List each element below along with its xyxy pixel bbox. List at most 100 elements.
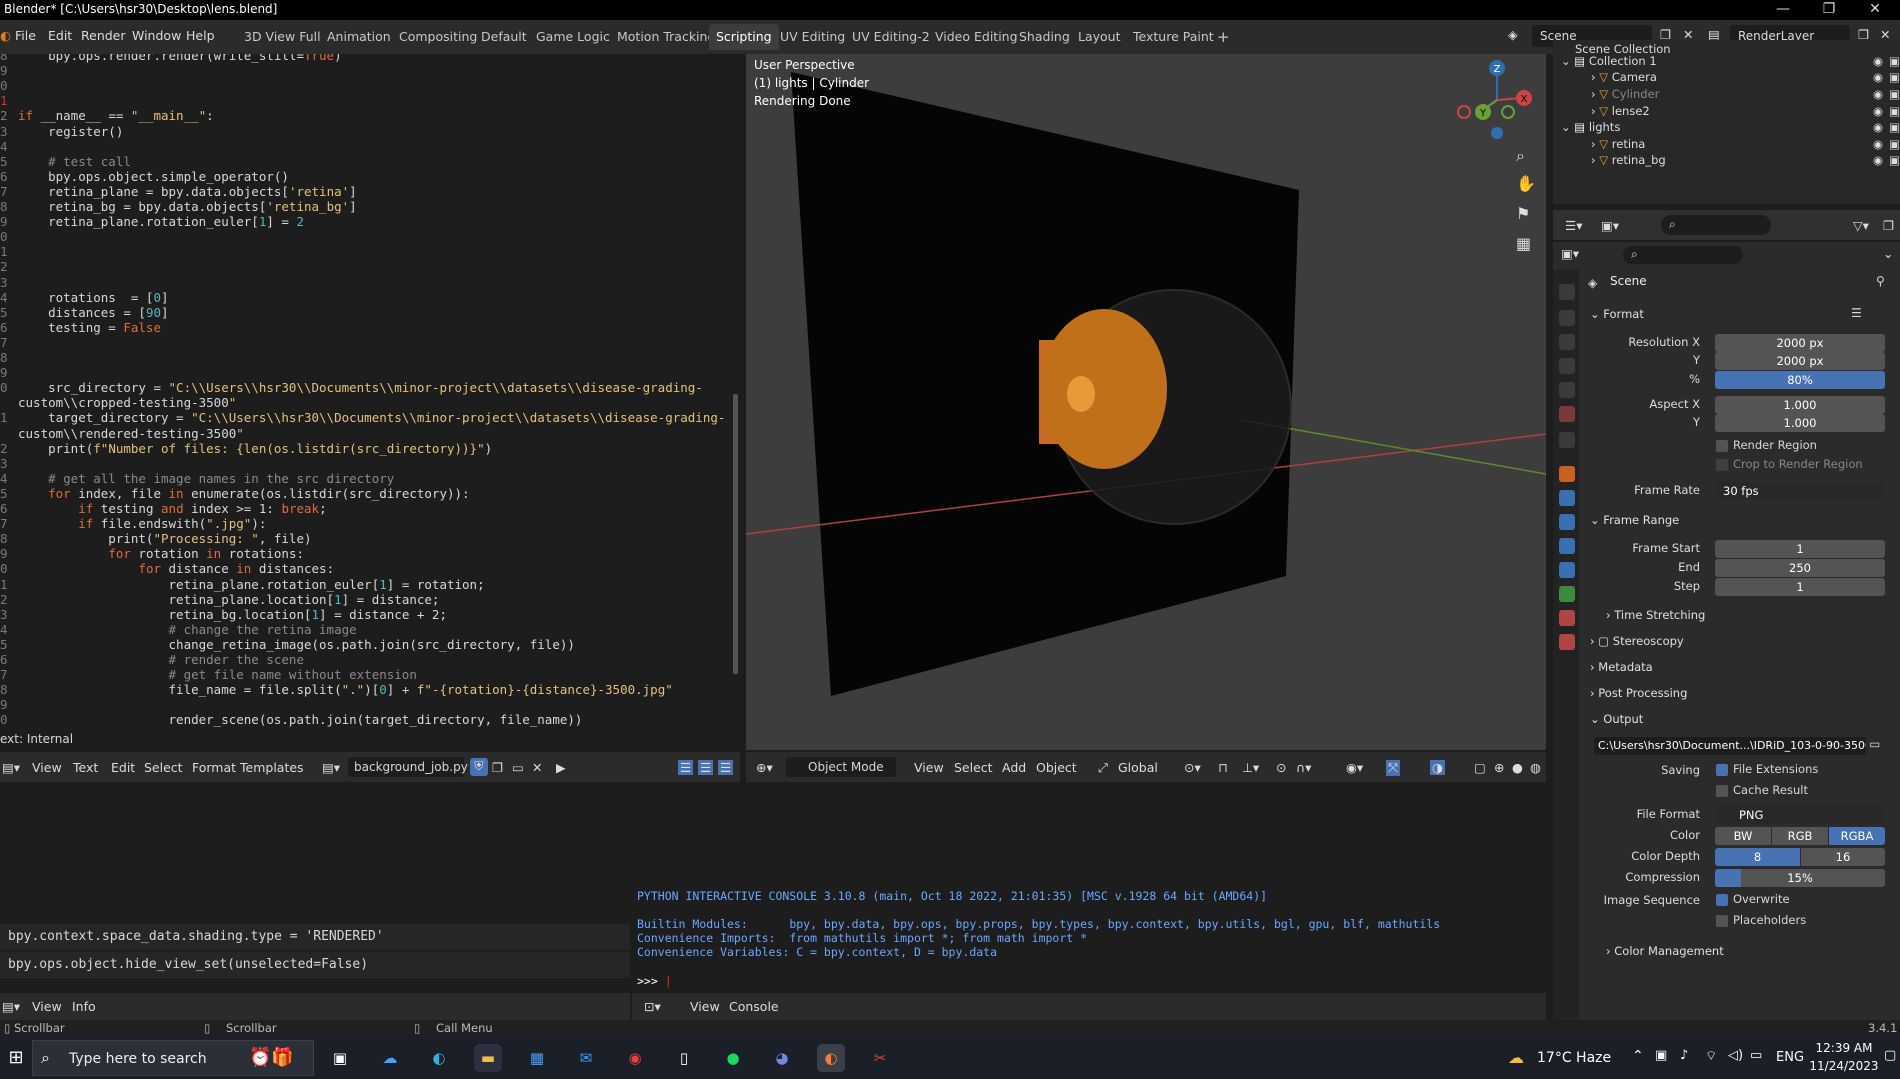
text-editor-scrollbar[interactable] [733,394,738,674]
discord-icon[interactable]: ◕ [768,1044,796,1072]
render-visibility-icon[interactable]: ▣ [1889,151,1900,169]
battery-icon[interactable]: ▭ [1750,1048,1762,1063]
material-tab-icon[interactable] [1559,610,1575,626]
blender-taskbar-icon[interactable]: ◐ [817,1044,845,1072]
tab-compositing[interactable]: Compositing [392,24,484,50]
code-line[interactable]: 8 print("Processing: ", file) [0,531,312,546]
outliner-row[interactable]: ⌄ ▤ lights ◉ ▣ [1561,118,1900,136]
wifi-icon[interactable]: ⌔ [1705,1048,1717,1064]
output-path-field[interactable]: C:\Users\hsr30\Document...\IDRiD_103-0-9… [1594,737,1866,755]
display-mode-icon[interactable]: ▣▾ [1601,218,1619,233]
line-numbers-toggle-icon[interactable]: ☰ [678,760,694,775]
viewport-editor-type-icon[interactable]: ⊕▾ [756,760,773,775]
pin-icon[interactable]: ⚲ [1876,274,1885,288]
info-editor[interactable]: bpy.context.space_data.shading.type = 'R… [0,784,630,992]
modifier-tab-icon[interactable] [1559,490,1575,506]
file-extensions-checkbox[interactable] [1716,764,1728,776]
visibility-eye-icon[interactable]: ◉ [1873,68,1883,86]
maximize-icon[interactable]: ❐ [1806,0,1852,20]
code-line[interactable]: 0 for distance in distances: [0,561,334,576]
onedrive-app-icon[interactable]: ☁ [376,1044,404,1072]
code-line[interactable]: custom\\rendered-testing-3500" [0,426,244,441]
world-tab-icon[interactable] [1559,406,1575,422]
code-line[interactable]: 4 # get all the image names in the src d… [0,471,394,486]
pan-hand-icon[interactable]: ✋ [1516,174,1536,193]
text-editor[interactable]: 8 bpy.ops.render.render(write_still=True… [0,54,740,728]
physics-tab-icon[interactable] [1559,538,1575,554]
cache-result-checkbox[interactable] [1716,785,1728,797]
color-rgb-button[interactable]: RGB [1772,827,1828,845]
code-line[interactable]: 7 if file.endswith(".jpg"): [0,516,266,531]
collapse-arrow-icon[interactable]: ⌄ [1561,120,1574,134]
code-line[interactable]: 5 # test call [0,154,131,169]
code-line[interactable]: 5 for index, file in enumerate(os.listdi… [0,486,470,501]
overlay-toggle-icon[interactable]: ◑ [1430,760,1445,775]
collapse-arrow-icon[interactable]: ⌄ [1561,54,1574,68]
visibility-icon[interactable]: ◉▾ [1346,760,1363,775]
code-line[interactable]: 9 for rotation in rotations: [0,546,304,561]
viewport-menu-select[interactable]: Select [954,760,993,775]
close-icon[interactable]: ✕ [1852,0,1898,20]
text-browse-icon[interactable]: ▤▾ [322,760,340,775]
code-line[interactable]: 3 [0,456,18,471]
taskbar-search-box[interactable]: ⌕ Type here to search ⏰🎁 [32,1040,314,1076]
code-line[interactable]: 0 src_directory = "C:\\Users\\hsr30\\Doc… [0,380,703,395]
other-app-icon[interactable]: ✂ [866,1044,894,1072]
code-line[interactable]: 7 retina_plane = bpy.data.objects['retin… [0,184,357,199]
xray-toggle-icon[interactable]: ▢ [1474,760,1486,775]
run-script-icon[interactable]: ▶ [556,760,566,775]
stereoscopy-panel-header[interactable]: › ▢ Stereoscopy [1590,634,1684,648]
visibility-eye-icon[interactable]: ◉ [1873,85,1883,103]
text-menu-text[interactable]: Text [73,760,98,775]
color-bw-button[interactable]: BW [1715,827,1771,845]
time-stretching-panel-header[interactable]: › Time Stretching [1606,608,1705,622]
pivot-point-icon[interactable]: ⊙▾ [1184,760,1201,775]
gizmo-x-label[interactable]: X [1521,94,1528,105]
code-line[interactable]: 0 [0,78,18,93]
mail-icon[interactable]: ✉ [572,1044,600,1072]
transform-orientation-icon[interactable]: ⤢ [1098,760,1108,776]
color-depth-16-button[interactable]: 16 [1801,848,1885,866]
gizmo-y-label[interactable]: Y [1479,108,1487,119]
tab-shading[interactable]: Shading [1012,24,1077,50]
menu-edit[interactable]: Edit [48,28,72,43]
presets-icon[interactable]: ☰ [1851,306,1862,320]
render-tab-icon[interactable] [1559,310,1575,326]
navigation-gizmo[interactable]: Z Y X [1452,58,1542,148]
object-mode-selector[interactable]: Object Mode [786,757,896,777]
3d-viewport[interactable]: User Perspective (1) lights | Cylinder R… [746,54,1546,750]
code-line[interactable]: 6 bpy.ops.object.simple_operator() [0,169,289,184]
metadata-panel-header[interactable]: › Metadata [1590,660,1653,674]
console-editor-type-icon[interactable]: ⊡▾ [644,999,661,1014]
spotify-icon[interactable]: ● [719,1044,747,1072]
minimize-icon[interactable]: — [1760,0,1806,20]
language-indicator[interactable]: ENG [1776,1050,1804,1065]
syntax-highlight-toggle-icon[interactable]: ☰ [718,760,734,775]
object-tab-icon[interactable] [1559,466,1575,482]
code-line[interactable]: 2 print(f"Number of files: {len(os.listd… [0,441,492,456]
code-line[interactable]: 4 # change the retina image [0,622,357,637]
code-line[interactable]: 1 target_directory = "C:\\Users\\hsr30\\… [0,410,725,425]
perspective-toggle-icon[interactable]: ▦ [1516,234,1531,253]
weather-label[interactable]: 17°C Haze [1537,1050,1611,1066]
code-line[interactable]: 2 retina_plane.location[1] = distance; [0,592,439,607]
wireframe-shading-icon[interactable]: ⊕ [1494,760,1504,775]
view-layer-tab-icon[interactable] [1559,358,1575,374]
info-report-row[interactable]: bpy.ops.object.hide_view_set(unselected=… [0,952,630,978]
chrome-browser-icon[interactable]: ◉ [621,1044,649,1072]
python-console[interactable]: PYTHON INTERACTIVE CONSOLE 3.10.8 (main,… [632,784,1546,992]
viewport-menu-add[interactable]: Add [1002,760,1026,775]
tab-scripting[interactable]: Scripting [709,24,779,50]
info-report-row[interactable]: bpy.context.space_data.shading.type = 'R… [0,924,630,950]
code-line[interactable]: 8 file_name = file.split(".")[0] + f"-{r… [0,682,673,697]
color-depth-8-button[interactable]: 8 [1715,848,1800,866]
code-line[interactable]: 3 retina_bg.location[1] = distance + 2; [0,607,447,622]
tab-animation[interactable]: Animation [320,24,398,50]
code-line[interactable]: custom\\cropped-testing-3500" [0,395,236,410]
text-menu-edit[interactable]: Edit [111,760,135,775]
scene-icon[interactable]: ◈ [1508,27,1518,42]
solid-shading-icon[interactable]: ● [1512,760,1523,775]
info-menu-view[interactable]: View [32,999,62,1014]
camera-view-icon[interactable]: ⚑ [1516,204,1530,223]
tab-texture-paint[interactable]: Texture Paint [1126,24,1221,50]
